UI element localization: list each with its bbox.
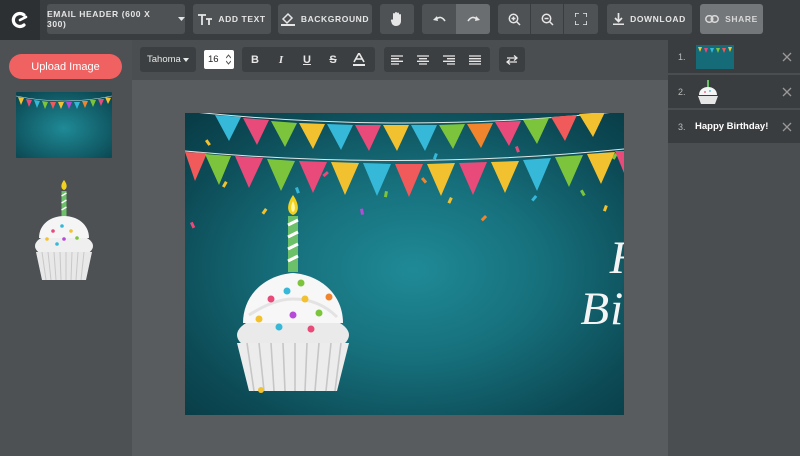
link-icon xyxy=(705,15,720,23)
text-icon xyxy=(198,13,213,25)
layers-panel: 1. 2. 3. Happy Birthday! xyxy=(668,40,800,456)
add-text-label: ADD TEXT xyxy=(218,14,266,24)
text-format-bar: Tahoma 16 B I U S xyxy=(132,40,668,80)
alignment-group xyxy=(384,47,490,72)
align-center-icon xyxy=(417,54,429,65)
font-color-icon xyxy=(353,53,365,66)
template-size-label: EMAIL HEADER (600 X 300) xyxy=(47,9,151,29)
italic-button[interactable]: I xyxy=(268,47,294,72)
bold-icon: B xyxy=(251,53,259,66)
font-size-value: 16 xyxy=(208,54,219,65)
layer-item[interactable]: 3. Happy Birthday! xyxy=(668,110,800,144)
zoom-out-button[interactable] xyxy=(531,4,563,34)
align-right-button[interactable] xyxy=(436,47,462,72)
bold-button[interactable]: B xyxy=(242,47,268,72)
layer-number: 3. xyxy=(678,121,686,132)
align-left-button[interactable] xyxy=(384,47,410,72)
justify-icon xyxy=(469,54,481,65)
expand-icon xyxy=(575,13,587,25)
banner-thumbnail-icon xyxy=(696,45,734,69)
chevron-down-icon xyxy=(183,57,189,62)
zoom-out-icon xyxy=(541,13,554,26)
undo-icon xyxy=(432,15,446,21)
paint-bucket-icon xyxy=(280,12,295,26)
upload-image-button[interactable]: Upload Image xyxy=(9,54,122,79)
align-right-icon xyxy=(443,54,455,65)
lower-bunting-row xyxy=(185,151,624,197)
cupcake-image[interactable] xyxy=(235,195,355,395)
cupcake-thumbnail-icon xyxy=(698,80,718,104)
align-center-button[interactable] xyxy=(410,47,436,72)
assets-sidebar: Upload Image xyxy=(0,40,132,456)
asset-banner-thumbnail[interactable] xyxy=(16,92,112,158)
remove-layer-icon[interactable] xyxy=(782,122,792,132)
top-toolbar: EMAIL HEADER (600 X 300) ADD TEXT BACKGR… xyxy=(0,0,800,40)
hand-icon xyxy=(390,12,401,26)
add-text-button[interactable]: ADD TEXT xyxy=(193,4,271,34)
download-button[interactable]: DOWNLOAD xyxy=(607,4,692,34)
strikethrough-icon: S xyxy=(329,53,337,66)
italic-icon: I xyxy=(278,53,284,66)
underline-icon: U xyxy=(303,53,311,66)
font-color-button[interactable] xyxy=(346,47,372,72)
share-button[interactable]: SHARE xyxy=(700,4,763,34)
layer-label: Happy Birthday! xyxy=(695,121,769,132)
logo-icon xyxy=(11,11,28,29)
undo-button[interactable] xyxy=(422,4,456,34)
remove-layer-icon[interactable] xyxy=(782,52,792,62)
underline-button[interactable]: U xyxy=(294,47,320,72)
layer-number: 2. xyxy=(678,86,686,97)
layer-item[interactable]: 1. xyxy=(668,40,800,74)
layer-number: 1. xyxy=(678,51,686,62)
asset-cupcake-thumbnail[interactable] xyxy=(33,176,95,284)
headline-line-2[interactable]: Birthday! xyxy=(545,286,624,333)
font-family-select[interactable]: Tahoma xyxy=(140,47,196,72)
download-label: DOWNLOAD xyxy=(630,14,686,24)
redo-icon xyxy=(466,15,480,21)
align-left-icon xyxy=(391,54,403,65)
headline-line-1[interactable]: Happy xyxy=(545,235,624,282)
layer-item[interactable]: 2. xyxy=(668,75,800,109)
font-family-value: Tahoma xyxy=(147,54,181,65)
background-label: BACKGROUND xyxy=(300,14,370,24)
redo-button[interactable] xyxy=(456,4,490,34)
fit-screen-button[interactable] xyxy=(564,4,598,34)
remove-layer-icon[interactable] xyxy=(782,87,792,97)
download-icon xyxy=(613,13,625,25)
swap-button[interactable] xyxy=(499,47,525,72)
background-button[interactable]: BACKGROUND xyxy=(278,4,372,34)
app-logo[interactable] xyxy=(0,0,40,40)
strikethrough-button[interactable]: S xyxy=(320,47,346,72)
zoom-in-icon xyxy=(508,13,521,26)
swap-arrows-icon xyxy=(506,54,518,65)
pan-tool-button[interactable] xyxy=(380,4,414,34)
template-size-dropdown[interactable]: EMAIL HEADER (600 X 300) xyxy=(47,4,185,34)
zoom-in-button[interactable] xyxy=(498,4,530,34)
text-style-group: B I U S xyxy=(242,47,375,72)
stepper-arrows-icon[interactable] xyxy=(226,54,231,65)
share-label: SHARE xyxy=(725,14,758,24)
design-canvas[interactable]: Happy Birthday! xyxy=(185,113,624,415)
justify-button[interactable] xyxy=(462,47,488,72)
chevron-down-icon xyxy=(178,16,185,21)
font-size-stepper[interactable]: 16 xyxy=(204,50,234,69)
